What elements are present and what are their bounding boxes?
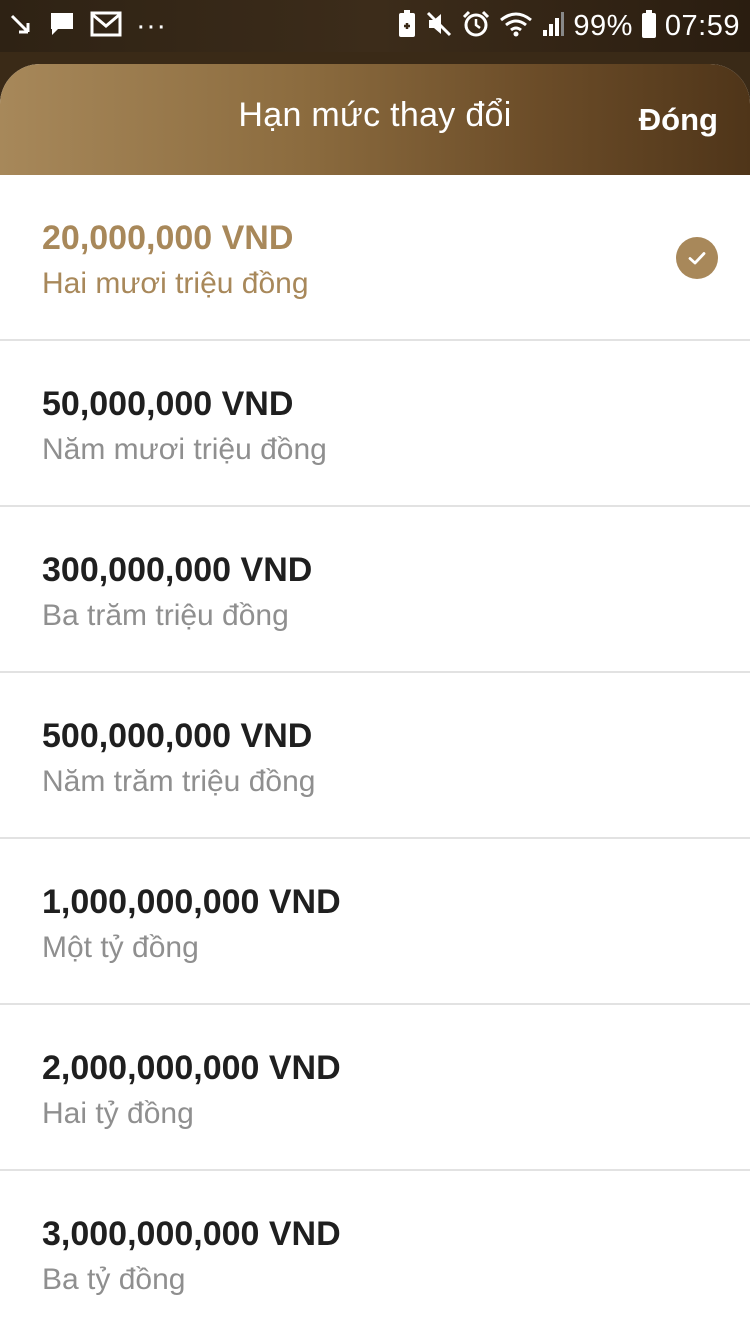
- missed-call-icon: [8, 11, 34, 42]
- limit-amount-words: Hai mươi triệu đồng: [42, 267, 309, 300]
- limit-option-3b[interactable]: 3,000,000,000 VND Ba tỷ đồng: [0, 1171, 750, 1333]
- limit-amount: 1,000,000,000 VND: [42, 883, 341, 921]
- limit-change-sheet: Hạn mức thay đổi Đóng 20,000,000 VND Hai…: [0, 64, 750, 1333]
- limit-option-1b[interactable]: 1,000,000,000 VND Một tỷ đồng: [0, 839, 750, 1005]
- limit-option-50m[interactable]: 50,000,000 VND Năm mươi triệu đồng: [0, 341, 750, 507]
- status-bar-system: 99% 07:59: [397, 8, 740, 44]
- page-title: Hạn mức thay đổi: [238, 96, 512, 134]
- gmail-icon: [90, 10, 122, 43]
- battery-icon: [641, 9, 657, 44]
- limit-amount: 300,000,000 VND: [42, 551, 313, 589]
- chat-bubble-icon: [48, 10, 76, 43]
- clock: 07:59: [664, 9, 740, 42]
- limit-amount: 20,000,000 VND: [42, 219, 294, 257]
- alarm-icon: [461, 9, 491, 44]
- limit-amount: 500,000,000 VND: [42, 717, 313, 755]
- sheet-header: Hạn mức thay đổi Đóng: [0, 64, 750, 175]
- limit-amount-words: Một tỷ đồng: [42, 931, 199, 964]
- limit-amount-words: Năm mươi triệu đồng: [42, 433, 327, 466]
- limit-amount-words: Hai tỷ đồng: [42, 1097, 194, 1130]
- wifi-icon: [499, 10, 533, 43]
- limit-amount: 50,000,000 VND: [42, 385, 294, 423]
- limit-amount-words: Ba trăm triệu đồng: [42, 599, 289, 632]
- limit-option-20m[interactable]: 20,000,000 VND Hai mươi triệu đồng: [0, 175, 750, 341]
- close-button[interactable]: Đóng: [639, 102, 718, 138]
- overflow-notifications-icon: ···: [136, 9, 167, 42]
- limit-options-list: 20,000,000 VND Hai mươi triệu đồng 50,00…: [0, 175, 750, 1333]
- mute-icon: [425, 10, 453, 43]
- limit-option-500m[interactable]: 500,000,000 VND Năm trăm triệu đồng: [0, 673, 750, 839]
- selected-check-icon: [676, 237, 718, 279]
- signal-icon: [541, 10, 565, 43]
- limit-amount: 2,000,000,000 VND: [42, 1049, 341, 1087]
- limit-amount: 3,000,000,000 VND: [42, 1215, 341, 1253]
- limit-amount-words: Ba tỷ đồng: [42, 1263, 186, 1296]
- battery-saver-icon: [397, 9, 417, 44]
- status-bar-notifications: ···: [8, 8, 166, 44]
- limit-amount-words: Năm trăm triệu đồng: [42, 765, 316, 798]
- status-bar: ··· 99% 07:59: [0, 0, 750, 52]
- limit-option-2b[interactable]: 2,000,000,000 VND Hai tỷ đồng: [0, 1005, 750, 1171]
- battery-level: 99%: [573, 9, 633, 42]
- limit-option-300m[interactable]: 300,000,000 VND Ba trăm triệu đồng: [0, 507, 750, 673]
